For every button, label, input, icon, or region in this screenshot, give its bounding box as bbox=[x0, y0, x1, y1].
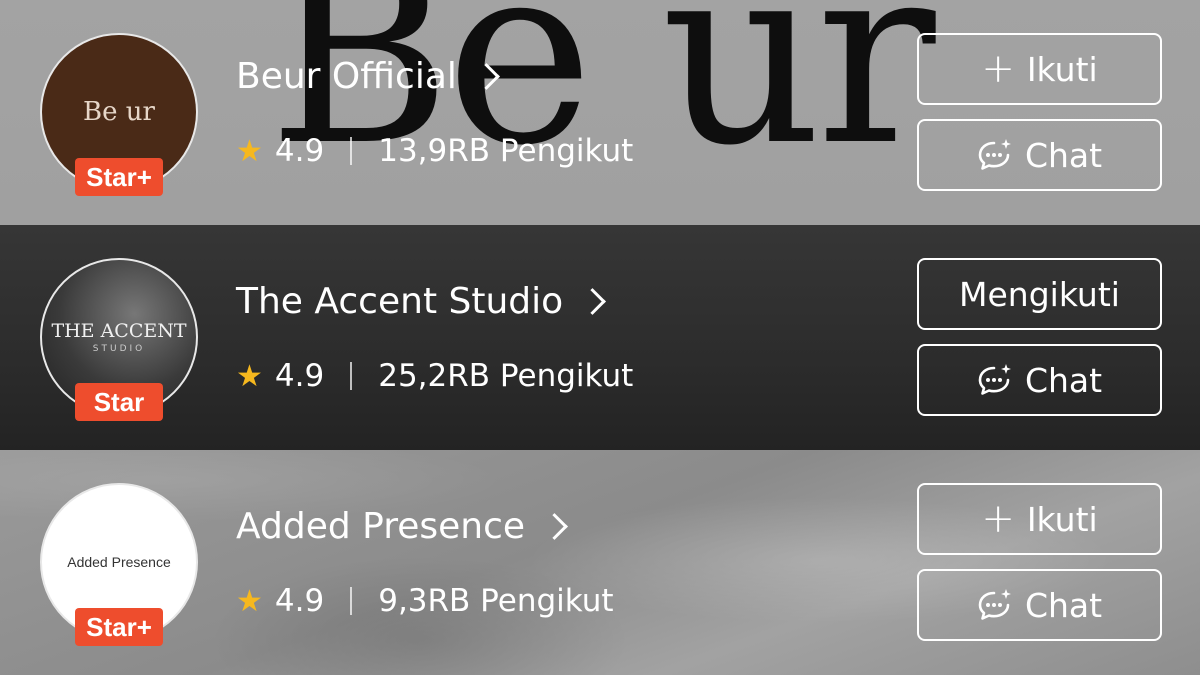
star-plus-badge: Star+ bbox=[75, 158, 163, 196]
chat-bubble-icon bbox=[977, 363, 1013, 397]
chat-button[interactable]: Chat bbox=[917, 344, 1162, 416]
follow-button-label: Ikuti bbox=[1026, 499, 1098, 539]
shop-card-the-accent-studio: THE ACCENT STUDIO Star The Accent Studio… bbox=[0, 225, 1200, 450]
star-icon: ★ bbox=[236, 133, 263, 169]
chat-button-label: Chat bbox=[1024, 585, 1103, 625]
shop-rating: 4.9 bbox=[274, 583, 325, 619]
chevron-right-icon bbox=[472, 63, 500, 90]
shop-name-link[interactable]: Added Presence bbox=[236, 506, 568, 547]
divider bbox=[350, 362, 353, 390]
shop-name-link[interactable]: Beur Official bbox=[236, 56, 500, 97]
star-badge: Star bbox=[75, 383, 163, 421]
shop-meta: ★ 4.9 25,2RB Pengikut bbox=[236, 358, 633, 394]
follow-button[interactable]: + Ikuti bbox=[917, 33, 1162, 105]
shop-name-link[interactable]: The Accent Studio bbox=[236, 281, 607, 322]
shop-name: Added Presence bbox=[236, 506, 526, 547]
following-button[interactable]: Mengikuti bbox=[917, 258, 1162, 330]
chat-bubble-icon bbox=[977, 138, 1013, 172]
star-icon: ★ bbox=[236, 358, 263, 394]
plus-icon: + bbox=[981, 496, 1015, 542]
shop-followers: 13,9RB Pengikut bbox=[378, 133, 634, 169]
shop-meta: ★ 4.9 13,9RB Pengikut bbox=[236, 133, 633, 169]
chat-button-label: Chat bbox=[1024, 135, 1103, 175]
divider bbox=[350, 587, 353, 615]
chat-button-label: Chat bbox=[1024, 360, 1103, 400]
shop-rating: 4.9 bbox=[274, 358, 325, 394]
shop-card-beur-official: Be ur Be ur Star+ Beur Official ★ 4.9 13… bbox=[0, 0, 1200, 225]
shop-logo-text: Be ur bbox=[83, 97, 155, 127]
shop-card-added-presence: Added Presence Star+ Added Presence ★ 4.… bbox=[0, 450, 1200, 675]
shop-logo-text: Added Presence bbox=[67, 554, 171, 570]
chat-button[interactable]: Chat bbox=[917, 569, 1162, 641]
following-button-label: Mengikuti bbox=[959, 274, 1120, 314]
follow-button-label: Ikuti bbox=[1026, 49, 1098, 89]
divider bbox=[350, 137, 353, 165]
shop-meta: ★ 4.9 9,3RB Pengikut bbox=[236, 583, 614, 619]
chevron-right-icon bbox=[579, 288, 607, 315]
shop-name: Beur Official bbox=[236, 56, 457, 97]
plus-icon: + bbox=[981, 46, 1015, 92]
follow-button[interactable]: + Ikuti bbox=[917, 483, 1162, 555]
chat-bubble-icon bbox=[977, 588, 1013, 622]
star-icon: ★ bbox=[236, 583, 263, 619]
shop-logo-text: THE ACCENT bbox=[51, 320, 187, 342]
shop-followers: 9,3RB Pengikut bbox=[378, 583, 614, 619]
chat-button[interactable]: Chat bbox=[917, 119, 1162, 191]
shop-rating: 4.9 bbox=[274, 133, 325, 169]
shop-name: The Accent Studio bbox=[236, 281, 564, 322]
shop-logo-subtext: STUDIO bbox=[92, 344, 146, 354]
star-plus-badge: Star+ bbox=[75, 608, 163, 646]
shop-followers: 25,2RB Pengikut bbox=[378, 358, 634, 394]
chevron-right-icon bbox=[541, 513, 568, 540]
